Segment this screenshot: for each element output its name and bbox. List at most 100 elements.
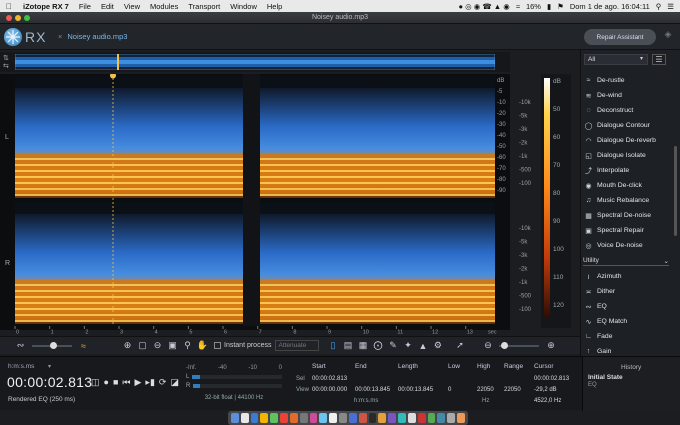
- zoom-selection-icon[interactable]: ▢: [136, 340, 149, 352]
- menu-file[interactable]: File: [74, 2, 96, 11]
- control-center-icon[interactable]: ☰: [667, 2, 674, 11]
- magic-wand-icon[interactable]: ✎: [386, 340, 399, 352]
- time-selection-icon[interactable]: ▯: [326, 340, 339, 352]
- module-item-eq[interactable]: ∾ EQ: [584, 300, 672, 313]
- module-item-dialogue-de-reverb[interactable]: ◠ Dialogue De-reverb: [584, 134, 672, 147]
- module-item-azimuth[interactable]: ≀ Azimuth: [584, 270, 672, 283]
- lasso-icon[interactable]: ⨀: [371, 340, 384, 352]
- zoom-in-icon[interactable]: ⊕: [121, 340, 134, 352]
- dock-app-icon[interactable]: [329, 413, 338, 423]
- battery-percent[interactable]: 16%: [526, 2, 541, 11]
- waveform-spectrogram-slider[interactable]: [32, 341, 72, 349]
- time-format-chevron-icon[interactable]: ▾: [48, 363, 51, 370]
- dock-app-icon[interactable]: [250, 413, 259, 423]
- flag-icon[interactable]: ⚑: [557, 2, 564, 11]
- checkbox-box[interactable]: [214, 342, 221, 349]
- hand-tool-icon[interactable]: ✋: [196, 340, 209, 352]
- wifi-icon[interactable]: ≈: [516, 2, 520, 11]
- clock[interactable]: Dom 1 de ago. 16:04:11: [570, 2, 650, 11]
- loop-button[interactable]: ⟳: [159, 377, 167, 388]
- settings-icon[interactable]: ⚙: [431, 340, 444, 352]
- chevron-down-icon[interactable]: ⌄: [664, 257, 669, 265]
- dock-app-icon[interactable]: [388, 413, 397, 423]
- dock-app-icon[interactable]: [270, 413, 279, 423]
- dock-app-icon[interactable]: [231, 413, 239, 423]
- slider-knob[interactable]: [50, 341, 57, 349]
- sel-start[interactable]: 00:00:02.813: [312, 376, 347, 382]
- time-zoom-slider[interactable]: [499, 341, 540, 349]
- dock-app-icon[interactable]: [437, 413, 446, 423]
- dock-app-icon[interactable]: [407, 413, 416, 423]
- module-item-spectral-de-noise[interactable]: ▦ Spectral De-noise: [584, 209, 672, 222]
- view-high[interactable]: 22050: [477, 387, 494, 393]
- module-item-spectral-repair[interactable]: ▣ Spectral Repair: [584, 224, 672, 237]
- menu-help[interactable]: Help: [262, 2, 287, 11]
- dock-app-icon[interactable]: [358, 413, 367, 423]
- battery-icon[interactable]: ▮: [547, 2, 551, 11]
- module-item-dialogue-isolate[interactable]: ◱ Dialogue Isolate: [584, 149, 672, 162]
- play-selection-button[interactable]: ▸▮: [145, 377, 154, 388]
- expand-icon[interactable]: ⇅: [3, 54, 9, 62]
- view-start[interactable]: 00:00:00.000: [312, 387, 347, 393]
- headphones-icon[interactable]: ◫: [91, 377, 100, 388]
- view-length[interactable]: 00:00:13.845: [398, 387, 433, 393]
- instant-process-checkbox[interactable]: Instant process: [214, 342, 271, 349]
- module-item-dither[interactable]: ≍ Dither: [584, 285, 672, 298]
- dock-app-icon[interactable]: [289, 413, 298, 423]
- rewind-button[interactable]: ⏮: [122, 377, 130, 388]
- frequency-selection-icon[interactable]: ▤: [341, 340, 354, 352]
- time-frequency-selection-icon[interactable]: ▦: [356, 340, 369, 352]
- dock-app-icon[interactable]: [299, 413, 308, 423]
- collapse-icon[interactable]: ⇆: [3, 62, 9, 70]
- harmonic-icon[interactable]: ▲: [416, 340, 429, 352]
- filter-chevron-icon[interactable]: ▾: [640, 55, 643, 62]
- module-item-gain[interactable]: ↑ Gain: [584, 345, 672, 358]
- waveform-overview[interactable]: ⇅ ⇆: [0, 52, 510, 72]
- zoom-window-button[interactable]: [24, 15, 30, 21]
- dock-app-icon[interactable]: [427, 413, 436, 423]
- repair-assistant-button[interactable]: Repair Assistant: [584, 29, 656, 45]
- dock-app-icon[interactable]: [260, 413, 269, 423]
- dock-app-icon[interactable]: [368, 413, 377, 423]
- minimize-window-button[interactable]: [15, 15, 21, 21]
- module-menu-icon[interactable]: ☰: [652, 54, 666, 65]
- monitor-button[interactable]: ◪: [170, 377, 179, 388]
- zoom-tool-icon[interactable]: ⚲: [181, 340, 194, 352]
- module-item-music-rebalance[interactable]: ♫ Music Rebalance: [584, 194, 672, 207]
- close-tab-icon[interactable]: ×: [58, 32, 62, 41]
- spectrogram-canvas[interactable]: [15, 74, 495, 326]
- zoom-fit-icon[interactable]: ▣: [166, 340, 179, 352]
- automation-icon[interactable]: ➚: [453, 340, 466, 352]
- view-range[interactable]: 22050: [504, 387, 521, 393]
- spectrogram-view-icon[interactable]: ≈: [77, 340, 90, 352]
- module-item-eq-match[interactable]: ∿ EQ Match: [584, 315, 672, 328]
- module-group-utility[interactable]: Utility ⌄: [583, 256, 669, 266]
- menu-window[interactable]: Window: [225, 2, 262, 11]
- time-zoom-knob[interactable]: [501, 341, 509, 349]
- history-initial-state[interactable]: Initial State: [588, 374, 623, 381]
- status-icons[interactable]: ● ◎ ◉ ☎ ▲ ◉: [458, 2, 509, 11]
- module-item-fade[interactable]: ∟ Fade: [584, 330, 672, 343]
- dock-app-icon[interactable]: [240, 413, 249, 423]
- timeline-ruler[interactable]: 0 1 2 3 4 5 6 7 8 9 10 11 12 13 sec: [0, 326, 510, 334]
- menu-edit[interactable]: Edit: [96, 2, 119, 11]
- close-window-button[interactable]: [6, 15, 12, 21]
- dock-app-icon[interactable]: [417, 413, 426, 423]
- module-filter-select[interactable]: All: [584, 54, 648, 65]
- history-entry[interactable]: EQ: [588, 382, 597, 388]
- module-item-voice-de-noise[interactable]: ◎ Voice De-noise: [584, 239, 672, 252]
- zoom-out-icon[interactable]: ⊖: [151, 340, 164, 352]
- menu-modules[interactable]: Modules: [145, 2, 183, 11]
- file-tab[interactable]: × Noisey audio.mp3: [58, 32, 127, 41]
- module-item-deconstruct[interactable]: ◌ Deconstruct: [584, 104, 672, 117]
- menu-transport[interactable]: Transport: [183, 2, 225, 11]
- dock-app-icon[interactable]: [280, 413, 288, 423]
- play-button[interactable]: ▶: [135, 377, 142, 388]
- spectrogram-view[interactable]: L R dB -5 -10 -20 -30 -40 -50 -60 -70 -8…: [0, 74, 532, 330]
- dock-app-icon[interactable]: [309, 413, 318, 423]
- process-mode-select[interactable]: Attenuate: [275, 340, 320, 351]
- zoom-in-time-icon[interactable]: ⊕: [544, 340, 557, 352]
- record-button[interactable]: ●: [104, 377, 109, 388]
- stop-button[interactable]: ■: [113, 377, 118, 388]
- module-scrollbar[interactable]: [674, 146, 677, 236]
